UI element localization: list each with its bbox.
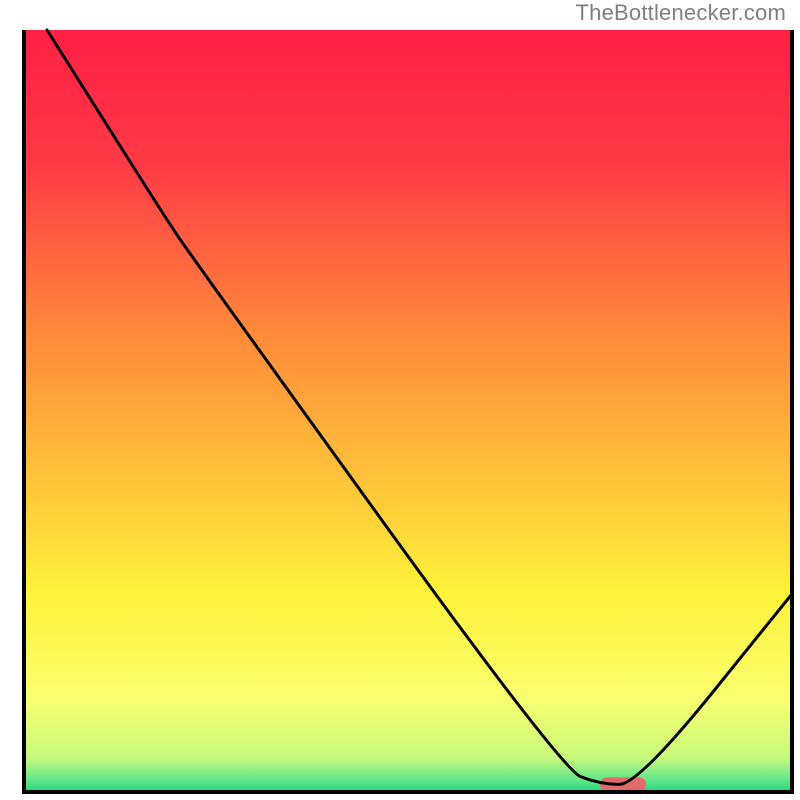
bottleneck-chart [0,0,800,800]
chart-root: TheBottlenecker.com [0,0,800,800]
plot-area [24,30,792,792]
gradient-background [24,30,792,792]
watermark-text: TheBottlenecker.com [576,0,786,26]
